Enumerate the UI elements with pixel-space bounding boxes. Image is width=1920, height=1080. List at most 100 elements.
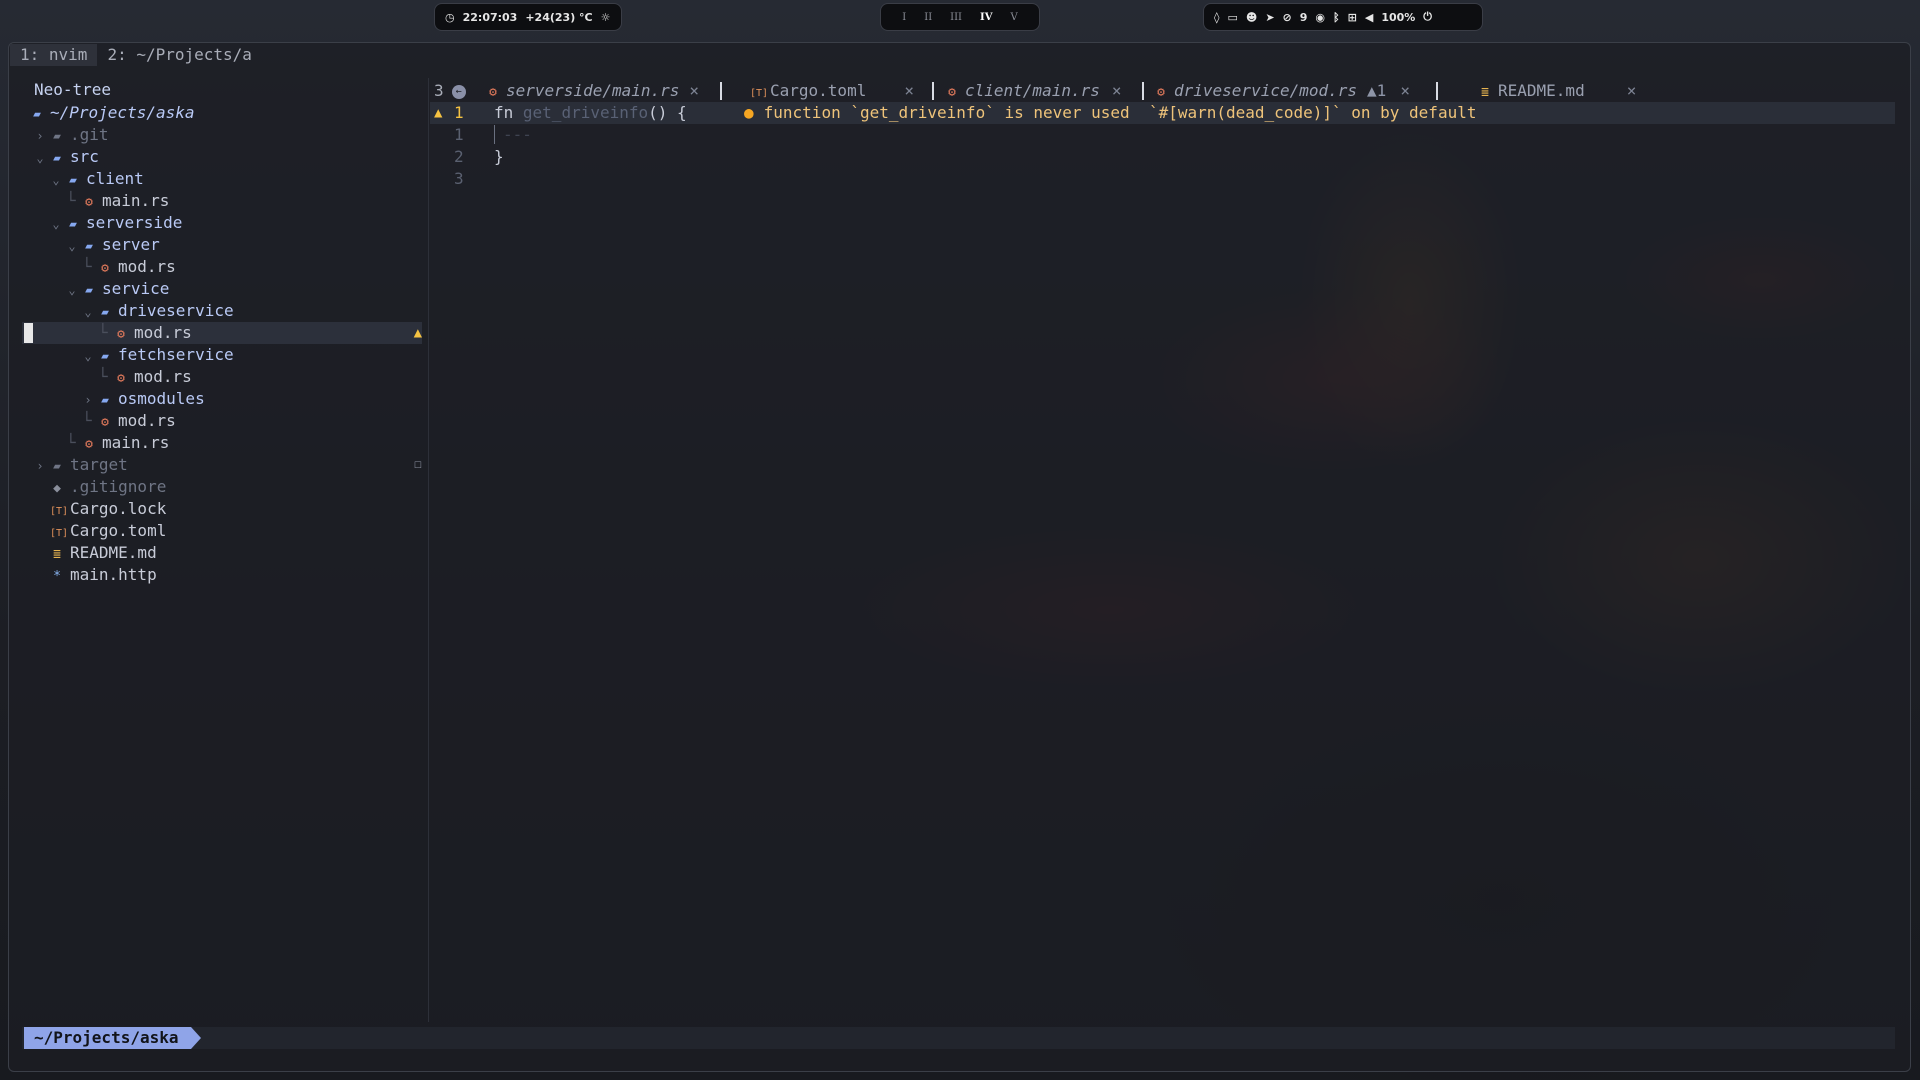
tmux-window-1[interactable]: 1: nvim bbox=[10, 44, 98, 66]
workspace-3[interactable]: III bbox=[950, 12, 962, 23]
tab-separator bbox=[1436, 82, 1438, 100]
tree-file[interactable]: * main.http bbox=[22, 564, 422, 586]
statusline: ~/Projects/aska bbox=[22, 1027, 1895, 1049]
tree-dir-src[interactable]: ⌄ ▰ src bbox=[22, 146, 422, 168]
buffer-tab[interactable]: ⚙ client/main.rs × bbox=[945, 80, 1122, 102]
browser-icon[interactable]: ◉ bbox=[1315, 11, 1325, 24]
close-tab-icon[interactable]: × bbox=[689, 81, 699, 100]
tree-dir-fetchservice[interactable]: ⌄ ▰ fetchservice bbox=[22, 344, 422, 366]
bluetooth-icon[interactable]: ᛒ bbox=[1333, 11, 1340, 24]
tab-separator bbox=[1142, 82, 1144, 100]
monitor-icon[interactable]: ▭ bbox=[1227, 11, 1237, 24]
tree-file[interactable]: ◆ .gitignore bbox=[22, 476, 422, 498]
http-icon: * bbox=[53, 569, 61, 584]
notification-off-icon[interactable]: ⊘ bbox=[1283, 11, 1292, 24]
tree-file[interactable]: [T] Cargo.lock bbox=[22, 498, 422, 520]
power-icon[interactable]: ⏻ bbox=[1423, 10, 1432, 24]
tree-file[interactable]: └ ⚙ mod.rs bbox=[22, 256, 422, 278]
close-tab-icon[interactable]: × bbox=[904, 81, 914, 100]
folder-open-icon: ▰ bbox=[101, 305, 109, 320]
tree-dir-target[interactable]: › ▰ target ☐ bbox=[22, 454, 422, 476]
rust-icon: ⚙ bbox=[85, 437, 93, 452]
gutter-line-3: 2 bbox=[454, 147, 464, 166]
buffer-tab[interactable]: [T] Cargo.toml × bbox=[750, 80, 914, 102]
tree-dir-osmodules[interactable]: › ▰ osmodules bbox=[22, 388, 422, 410]
system-tray: ◊ ▭ ☻ ➤ ⊘ 9 ◉ ᛒ ⊞ ◀ 100% ⏻ bbox=[1203, 3, 1483, 31]
workspace-1[interactable]: I bbox=[902, 12, 906, 23]
text-cursor bbox=[24, 323, 33, 343]
telegram-icon[interactable]: ➤ bbox=[1265, 11, 1274, 24]
tab-separator bbox=[932, 82, 934, 100]
markdown-icon: ≣ bbox=[1481, 85, 1489, 100]
code-buffer[interactable]: fn get_driveinfo() { --- } bbox=[494, 102, 687, 190]
chevron-right-icon: › bbox=[84, 393, 92, 407]
tree-file[interactable]: └ ⚙ mod.rs ▲ bbox=[22, 322, 422, 344]
tree-file[interactable]: [T] Cargo.toml bbox=[22, 520, 422, 542]
window-split bbox=[428, 78, 429, 1022]
close-tab-icon[interactable]: × bbox=[1112, 81, 1122, 100]
tree-root[interactable]: ▰ ~/Projects/aska bbox=[22, 102, 422, 124]
buffer-tab[interactable]: ⚙ serverside/main.rs × bbox=[486, 80, 699, 102]
tree-dir-driveservice[interactable]: ⌄ ▰ driveservice bbox=[22, 300, 422, 322]
chevron-down-icon: ⌄ bbox=[52, 217, 60, 231]
folder-icon: ▰ bbox=[101, 393, 109, 408]
clock-widget[interactable]: ◷ 22:07:03 +24(23) °C ☼ bbox=[434, 3, 622, 31]
tree-dir-serverside[interactable]: ⌄ ▰ serverside bbox=[22, 212, 422, 234]
status-separator-icon bbox=[191, 1027, 201, 1049]
tree-file[interactable]: └ ⚙ main.rs bbox=[22, 432, 422, 454]
rust-icon: ⚙ bbox=[101, 261, 109, 276]
diagnostic-dot-icon: ● bbox=[744, 103, 754, 122]
tree-file[interactable]: └ ⚙ mod.rs bbox=[22, 410, 422, 432]
tree-file[interactable]: └ ⚙ mod.rs bbox=[22, 366, 422, 388]
code-line-3[interactable]: } bbox=[494, 146, 687, 168]
buffer-tab[interactable]: ⚙ driveservice/mod.rs ▲1 × bbox=[1154, 80, 1410, 102]
tree-dir-server[interactable]: ⌄ ▰ server bbox=[22, 234, 422, 256]
hidden-tabs-indicator[interactable]: 3 ← bbox=[434, 80, 466, 102]
droplet-icon[interactable]: ◊ bbox=[1214, 11, 1219, 24]
chevron-right-icon: › bbox=[36, 459, 44, 473]
tree-file[interactable]: └ ⚙ main.rs bbox=[22, 190, 422, 212]
git-icon: ◆ bbox=[53, 481, 61, 496]
rust-icon: ⚙ bbox=[117, 327, 125, 342]
folder-open-icon: ▰ bbox=[33, 107, 41, 122]
edit-icon: ☐ bbox=[414, 457, 422, 472]
warning-icon: ▲ bbox=[413, 325, 422, 341]
folder-open-icon: ▰ bbox=[69, 173, 77, 188]
workspace-4[interactable]: IV bbox=[980, 12, 992, 23]
code-line-4[interactable] bbox=[494, 168, 687, 190]
chevron-down-icon: ⌄ bbox=[36, 151, 44, 165]
rust-icon: ⚙ bbox=[1157, 85, 1165, 100]
markdown-icon: ≣ bbox=[53, 547, 61, 562]
workspace-2[interactable]: II bbox=[924, 12, 932, 23]
buffer-tab[interactable]: ≣ README.md × bbox=[1478, 80, 1636, 102]
clock-icon: ◷ bbox=[445, 10, 455, 24]
tmux-window-2[interactable]: 2: ~/Projects/a bbox=[97, 44, 262, 66]
chevron-down-icon: ⌄ bbox=[68, 239, 76, 253]
folder-open-icon: ▰ bbox=[69, 217, 77, 232]
warning-icon: ▲ bbox=[1367, 81, 1377, 100]
tree-file[interactable]: ≣ README.md bbox=[22, 542, 422, 564]
workspace-switcher: I II III IV V bbox=[880, 3, 1040, 31]
chevron-down-icon: ⌄ bbox=[68, 283, 76, 297]
chevron-right-icon: › bbox=[36, 129, 44, 143]
network-icon[interactable]: ⊞ bbox=[1348, 11, 1357, 24]
weather-text: +24(23) °C bbox=[525, 10, 593, 24]
close-tab-icon[interactable]: × bbox=[1400, 81, 1410, 100]
rust-icon: ⚙ bbox=[101, 415, 109, 430]
folder-open-icon: ▰ bbox=[85, 283, 93, 298]
tree-dir-git[interactable]: › ▰ .git bbox=[22, 124, 422, 146]
tree-dir-service[interactable]: ⌄ ▰ service bbox=[22, 278, 422, 300]
discord-icon[interactable]: ☻ bbox=[1246, 11, 1257, 24]
line-number-gutter: ▲ 1 1 2 3 bbox=[430, 102, 490, 190]
code-line-1[interactable]: fn get_driveinfo() { bbox=[494, 102, 687, 124]
volume-icon[interactable]: ◀ bbox=[1365, 11, 1373, 24]
volume-level: 100% bbox=[1381, 10, 1416, 24]
close-tab-icon[interactable]: × bbox=[1627, 81, 1637, 100]
workspace-5[interactable]: V bbox=[1010, 12, 1017, 23]
folder-open-icon: ▰ bbox=[101, 349, 109, 364]
rust-icon: ⚙ bbox=[117, 371, 125, 386]
buffer-tabline: 3 ← ⚙ serverside/main.rs × [T] Cargo.toml × ⚙ cl… bbox=[430, 80, 1895, 102]
tree-dir-client[interactable]: ⌄ ▰ client bbox=[22, 168, 422, 190]
weather-icon: ☼ bbox=[600, 10, 611, 24]
code-line-2[interactable]: --- bbox=[494, 124, 687, 146]
